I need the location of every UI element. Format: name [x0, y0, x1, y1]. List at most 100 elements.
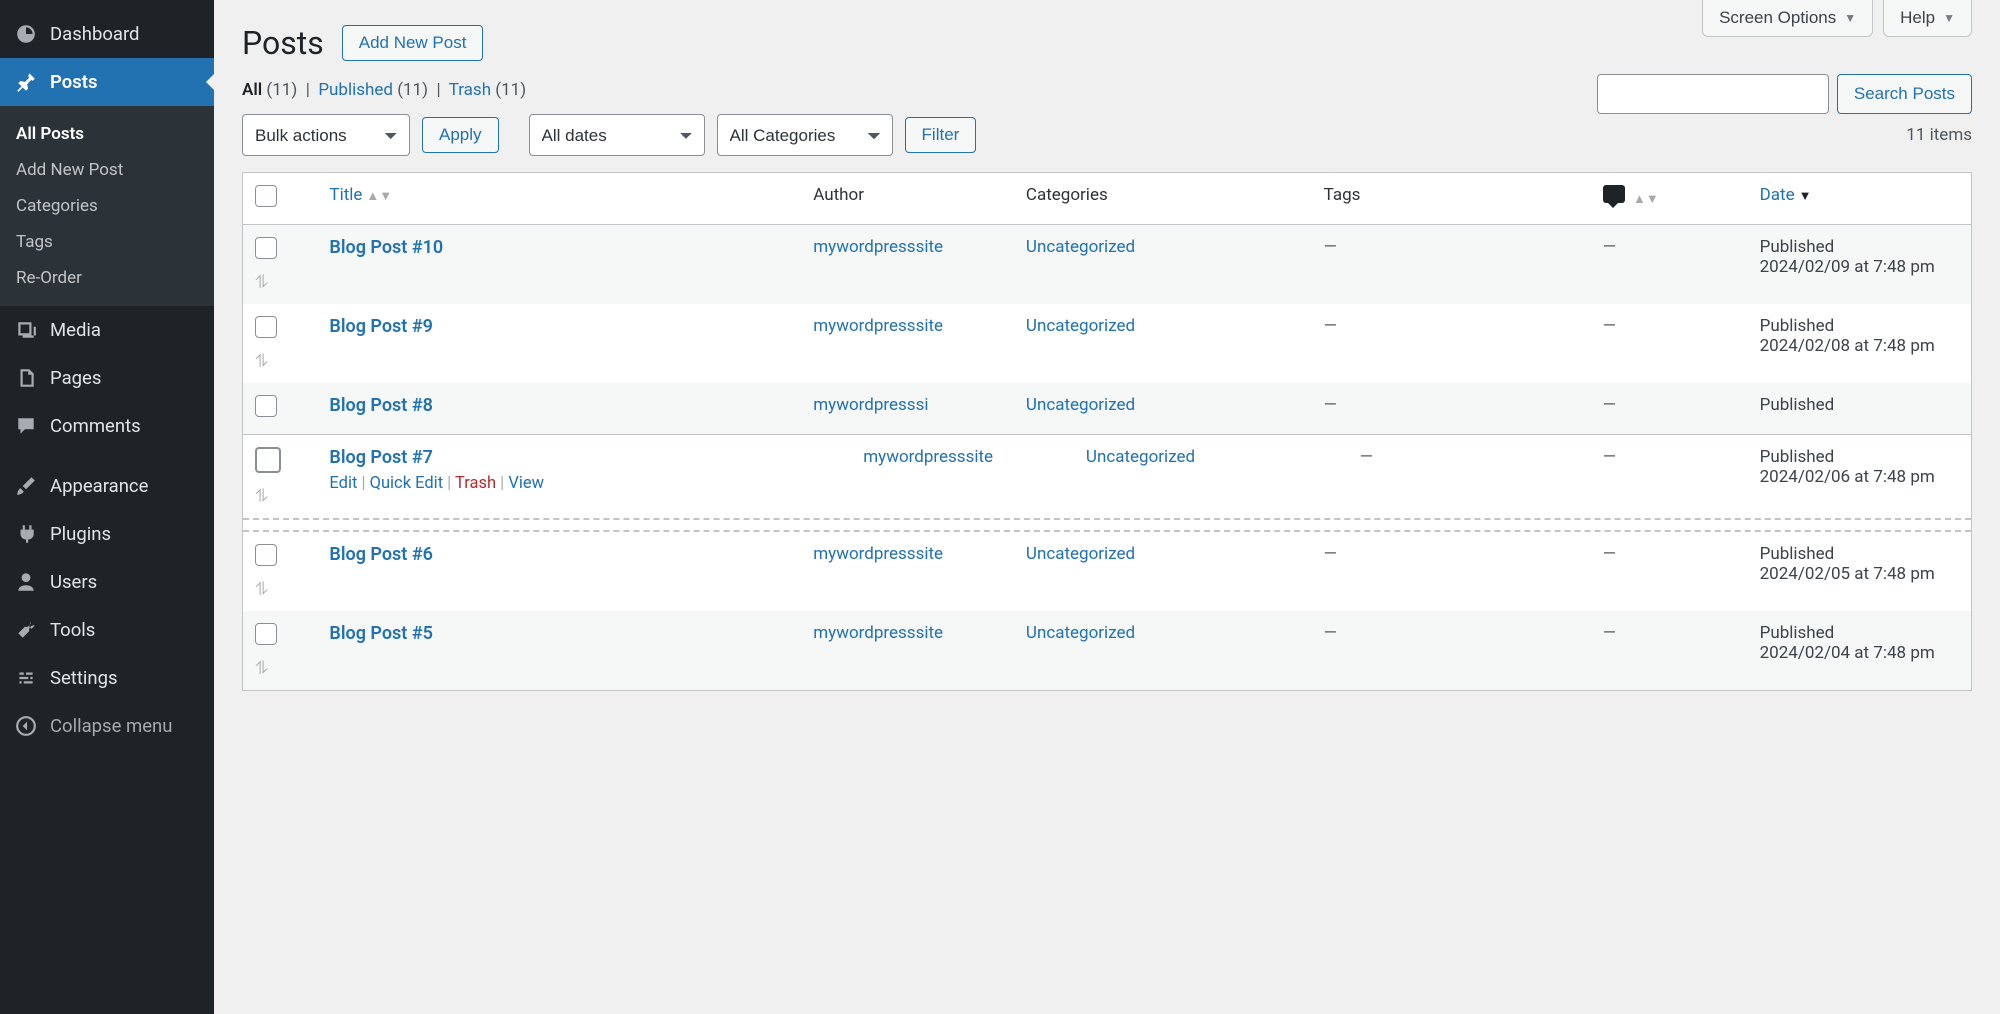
category-link[interactable]: Uncategorized — [1026, 395, 1135, 415]
drag-handle-icon[interactable]: ⥮ — [255, 353, 305, 371]
screen-options-label: Screen Options — [1719, 8, 1836, 28]
select-all-checkbox[interactable] — [255, 185, 277, 207]
comment-icon — [14, 414, 38, 438]
date-status: Published — [1760, 544, 1959, 564]
sort-icon: ▲▼ — [1633, 192, 1659, 207]
comments-cell: — — [1603, 395, 1616, 415]
column-date[interactable]: Date▼ — [1748, 173, 1971, 225]
sidebar-item-label: Users — [50, 571, 97, 593]
pin-icon — [14, 70, 38, 94]
sidebar-item-label: Appearance — [50, 475, 148, 497]
settings-icon — [14, 666, 38, 690]
column-author: Author — [801, 173, 1014, 225]
apply-button[interactable]: Apply — [422, 117, 499, 153]
post-title-link[interactable]: Blog Post #8 — [329, 395, 432, 416]
sidebar-item-label: Plugins — [50, 523, 111, 545]
category-link[interactable]: Uncategorized — [1026, 316, 1135, 336]
sidebar-item-dashboard[interactable]: Dashboard — [0, 10, 214, 58]
row-checkbox[interactable] — [255, 544, 277, 566]
comments-cell: — — [1603, 623, 1616, 643]
submenu-add-new-post[interactable]: Add New Post — [0, 152, 214, 188]
categories-filter-select[interactable]: All Categories — [717, 114, 893, 156]
view-link[interactable]: View — [508, 474, 544, 493]
submenu-reorder[interactable]: Re-Order — [0, 260, 214, 296]
sidebar-item-label: Posts — [50, 71, 97, 93]
tags-cell: — — [1324, 237, 1337, 257]
sidebar-item-plugins[interactable]: Plugins — [0, 510, 214, 558]
row-checkbox[interactable] — [255, 447, 281, 473]
tags-cell: — — [1324, 623, 1337, 643]
drag-handle-icon[interactable]: ⥮ — [255, 488, 305, 506]
sidebar-item-users[interactable]: Users — [0, 558, 214, 606]
author-link[interactable]: mywordpresssite — [863, 447, 993, 467]
drag-handle-icon[interactable]: ⥮ — [255, 274, 305, 292]
edit-link[interactable]: Edit — [329, 474, 357, 493]
column-comments[interactable]: ▲▼ — [1591, 173, 1748, 225]
filter-button[interactable]: Filter — [905, 117, 977, 153]
submenu-all-posts[interactable]: All Posts — [0, 116, 214, 152]
sidebar-item-tools[interactable]: Tools — [0, 606, 214, 654]
sidebar-item-posts[interactable]: Posts — [0, 58, 214, 106]
sidebar-item-comments[interactable]: Comments — [0, 402, 214, 450]
bulk-actions-select[interactable]: Bulk actions — [242, 114, 410, 156]
author-link[interactable]: mywordpresssite — [813, 316, 943, 336]
post-title-link[interactable]: Blog Post #5 — [329, 623, 432, 644]
column-tags: Tags — [1312, 173, 1591, 225]
submenu-categories[interactable]: Categories — [0, 188, 214, 224]
wrench-icon — [14, 618, 38, 642]
author-link[interactable]: mywordpresssite — [813, 237, 943, 257]
chevron-down-icon: ▼ — [1943, 11, 1955, 25]
help-label: Help — [1900, 8, 1935, 28]
row-checkbox[interactable] — [255, 623, 277, 645]
filter-published[interactable]: Published — [318, 80, 393, 100]
search-input[interactable] — [1597, 74, 1829, 114]
filter-all[interactable]: All (11) — [242, 80, 297, 100]
comments-cell: — — [1603, 316, 1616, 336]
comments-cell: — — [1603, 237, 1616, 257]
dates-filter-select[interactable]: All dates — [529, 114, 705, 156]
post-title-link[interactable]: Blog Post #10 — [329, 237, 443, 258]
post-title-link[interactable]: Blog Post #6 — [329, 544, 432, 565]
category-link[interactable]: Uncategorized — [1026, 544, 1135, 564]
drop-placeholder — [243, 518, 1971, 532]
category-link[interactable]: Uncategorized — [1026, 623, 1135, 643]
author-link[interactable]: mywordpresssite — [813, 544, 943, 564]
row-checkbox[interactable] — [255, 237, 277, 259]
sidebar-collapse-label: Collapse menu — [50, 715, 172, 737]
collapse-icon — [14, 714, 38, 738]
filter-trash[interactable]: Trash — [449, 80, 491, 100]
screen-options-button[interactable]: Screen Options ▼ — [1702, 0, 1873, 37]
sidebar-item-pages[interactable]: Pages — [0, 354, 214, 402]
table-row: ⥮ Blog Post #5 mywordpresssite Uncategor… — [243, 611, 1971, 690]
submenu-tags[interactable]: Tags — [0, 224, 214, 260]
trash-link[interactable]: Trash — [455, 474, 496, 493]
pages-icon — [14, 366, 38, 390]
date-status: Published — [1760, 237, 1959, 257]
date-value: 2024/02/04 at 7:48 pm — [1760, 643, 1935, 663]
add-new-post-button[interactable]: Add New Post — [342, 25, 484, 61]
column-title[interactable]: Title▲▼ — [317, 173, 801, 225]
sidebar-item-settings[interactable]: Settings — [0, 654, 214, 702]
row-checkbox[interactable] — [255, 316, 277, 338]
comments-cell: — — [1603, 447, 1616, 467]
category-link[interactable]: Uncategorized — [1026, 237, 1135, 257]
date-status: Published — [1760, 447, 1959, 467]
sidebar-item-label: Tools — [50, 619, 95, 641]
sidebar-item-media[interactable]: Media — [0, 306, 214, 354]
sidebar-item-appearance[interactable]: Appearance — [0, 462, 214, 510]
author-link[interactable]: mywordpresssi — [813, 395, 928, 415]
author-link[interactable]: mywordpresssite — [813, 623, 943, 643]
sidebar-collapse-menu[interactable]: Collapse menu — [0, 702, 214, 750]
drag-handle-icon[interactable]: ⥮ — [255, 581, 305, 599]
posts-table: Title▲▼ Author Categories Tags ▲▼ Date▼ — [242, 172, 1972, 691]
tags-cell: — — [1324, 316, 1337, 336]
post-title-link[interactable]: Blog Post #9 — [329, 316, 432, 337]
post-title-link[interactable]: Blog Post #7 — [329, 447, 432, 468]
quick-edit-link[interactable]: Quick Edit — [370, 474, 444, 493]
search-posts-button[interactable]: Search Posts — [1837, 74, 1972, 114]
drag-handle-icon[interactable]: ⥮ — [255, 660, 305, 678]
category-link[interactable]: Uncategorized — [1086, 447, 1195, 467]
help-button[interactable]: Help ▼ — [1883, 0, 1972, 37]
sidebar-item-label: Comments — [50, 415, 141, 437]
row-checkbox[interactable] — [255, 395, 277, 417]
